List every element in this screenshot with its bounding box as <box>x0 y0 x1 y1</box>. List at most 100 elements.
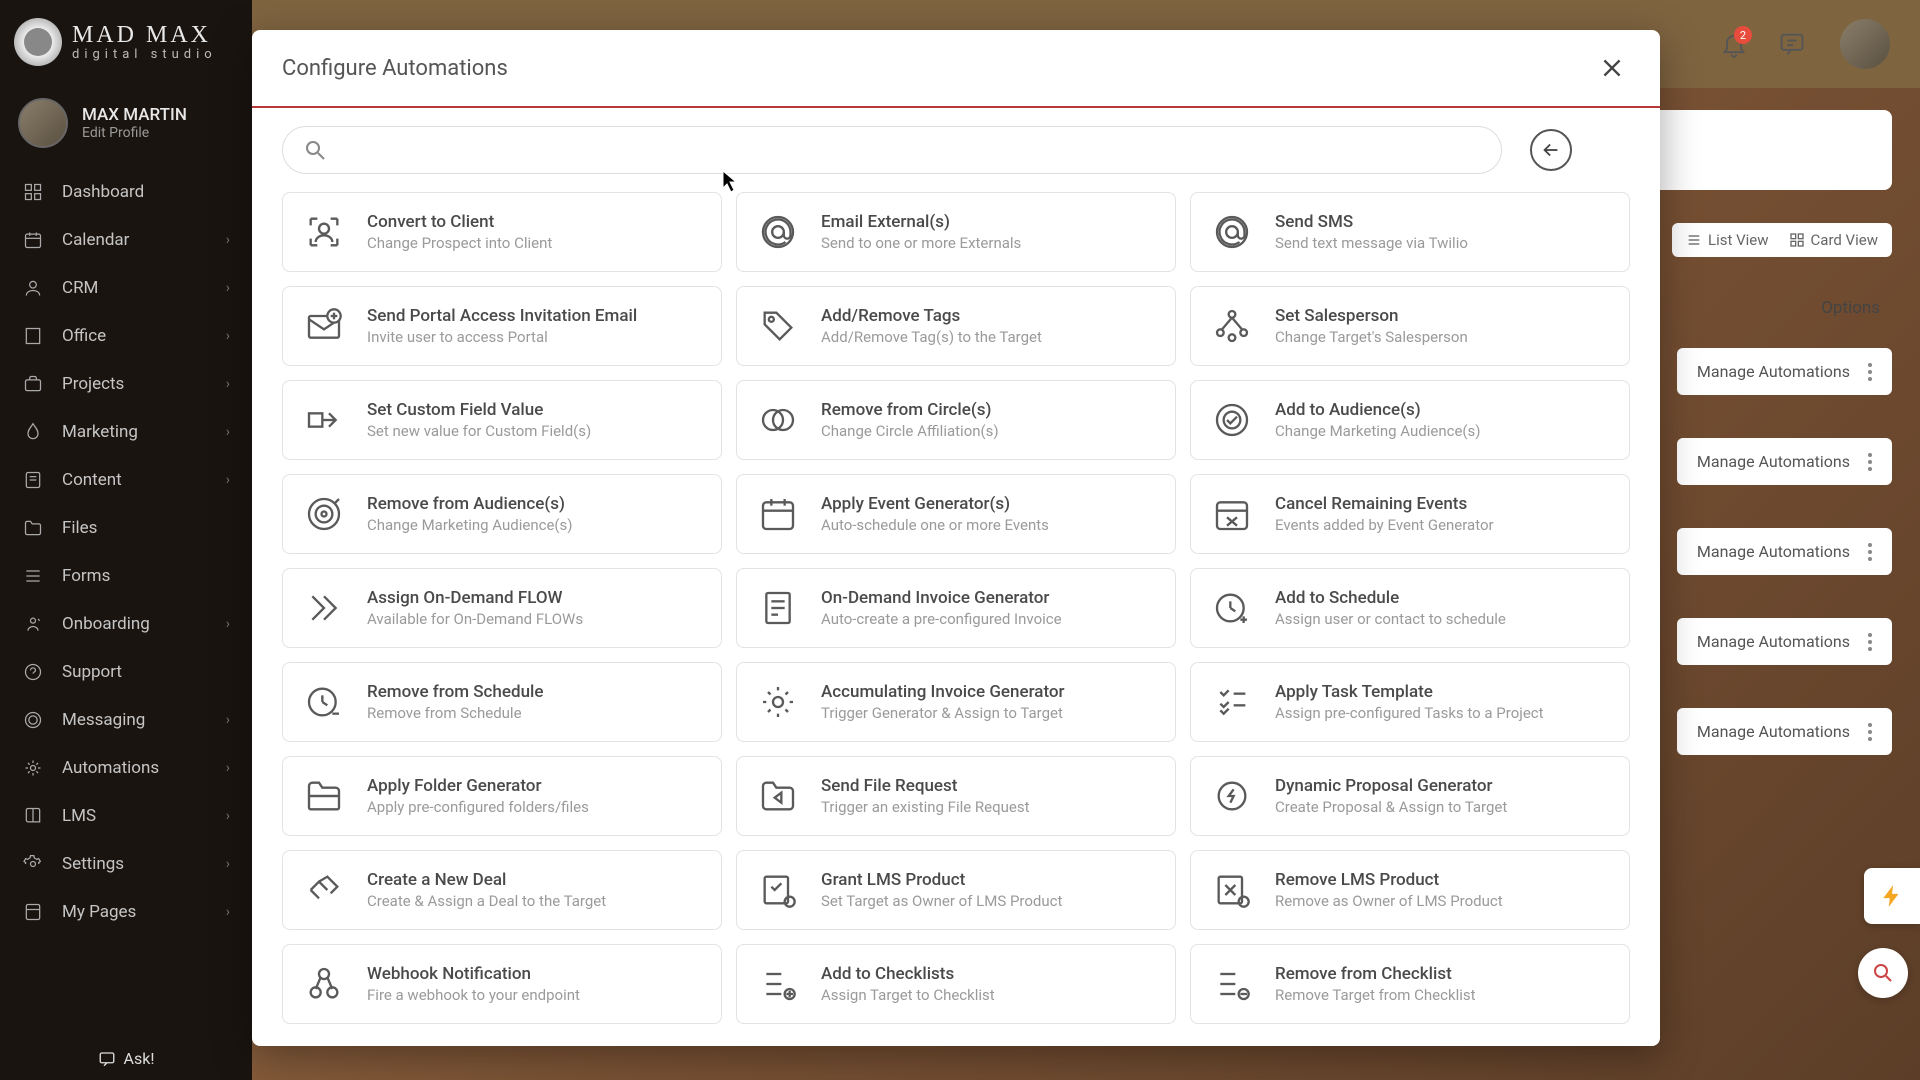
bolt-icon <box>1879 883 1905 909</box>
nav-item-automations[interactable]: Automations› <box>0 744 252 792</box>
checklist-icon <box>1209 679 1255 725</box>
manage-automations-row-1[interactable]: Manage Automations <box>1677 348 1892 395</box>
card-subtitle: Send text message via Twilio <box>1275 234 1468 252</box>
automation-card-apply-event-generator-s-[interactable]: Apply Event Generator(s) Auto-schedule on… <box>736 474 1176 554</box>
card-view-button[interactable]: Card View <box>1789 231 1878 249</box>
nav-item-messaging[interactable]: Messaging› <box>0 696 252 744</box>
close-button[interactable] <box>1594 50 1630 86</box>
marketing-icon <box>22 421 44 443</box>
card-title: Send SMS <box>1275 212 1468 232</box>
automation-card-remove-from-checklist[interactable]: Remove from ChecklistRemove Target from … <box>1190 944 1630 1024</box>
nav-item-forms[interactable]: Forms <box>0 552 252 600</box>
kebab-icon[interactable] <box>1868 543 1872 561</box>
kebab-icon[interactable] <box>1868 453 1872 471</box>
automation-card-remove-from-audience-s-[interactable]: Remove from Audience(s)Change Marketing … <box>282 474 722 554</box>
kebab-icon[interactable] <box>1868 363 1872 381</box>
automation-card-remove-from-circle-s-[interactable]: Remove from Circle(s)Change Circle Affil… <box>736 380 1176 460</box>
clock-minus-icon <box>301 679 347 725</box>
files-icon <box>22 517 44 539</box>
automation-card-apply-folder-generator[interactable]: Apply Folder GeneratorApply pre-configur… <box>282 756 722 836</box>
automation-card-send-sms[interactable]: Send SMS Send text message via Twilio <box>1190 192 1630 272</box>
card-title: Set Custom Field Value <box>367 400 591 420</box>
global-search-button[interactable] <box>1858 948 1908 998</box>
forms-icon <box>22 565 44 587</box>
automation-card-cancel-remaining-events[interactable]: Cancel Remaining EventsEvents added by E… <box>1190 474 1630 554</box>
automation-card-remove-lms-product[interactable]: Remove LMS ProductRemove as Owner of LMS… <box>1190 850 1630 930</box>
nav-item-my-pages[interactable]: My Pages› <box>0 888 252 936</box>
nav-item-office[interactable]: Office› <box>0 312 252 360</box>
configure-automations-modal: Configure Automations Convert to ClientC… <box>252 30 1660 1046</box>
card-subtitle: Fire a webhook to your endpoint <box>367 986 580 1004</box>
automation-card-convert-to-client[interactable]: Convert to ClientChange Prospect into Cl… <box>282 192 722 272</box>
notifications-button[interactable]: 2 <box>1714 24 1754 64</box>
automation-card-on-demand-invoice-generator[interactable]: On-Demand Invoice GeneratorAuto-create a… <box>736 568 1176 648</box>
search-box[interactable] <box>282 126 1502 174</box>
automation-card-add-remove-tags[interactable]: Add/Remove Tags Add/Remove Tag(s) to the … <box>736 286 1176 366</box>
nav-item-onboarding[interactable]: Onboarding› <box>0 600 252 648</box>
kebab-icon[interactable] <box>1868 723 1872 741</box>
nav-item-lms[interactable]: LMS› <box>0 792 252 840</box>
nav-label: Support <box>62 662 230 682</box>
automation-card-add-to-audience-s-[interactable]: Add to Audience(s)Change Marketing Audie… <box>1190 380 1630 460</box>
nav-item-settings[interactable]: Settings› <box>0 840 252 888</box>
card-subtitle: Set Target as Owner of LMS Product <box>821 892 1062 910</box>
manage-automations-row-3[interactable]: Manage Automations <box>1677 528 1892 575</box>
nav-item-files[interactable]: Files <box>0 504 252 552</box>
automation-card-set-custom-field-value[interactable]: Set Custom Field ValueSet new value for … <box>282 380 722 460</box>
automation-card-create-a-new-deal[interactable]: Create a New Deal Create & Assign a Deal … <box>282 850 722 930</box>
user-avatar[interactable] <box>1840 19 1890 69</box>
logo-icon <box>14 18 62 66</box>
automation-card-assign-on-demand-flow[interactable]: Assign On-Demand FLOWAvailable for On-De… <box>282 568 722 648</box>
nav-item-projects[interactable]: Projects› <box>0 360 252 408</box>
messages-button[interactable] <box>1772 24 1812 64</box>
automation-card-set-salesperson[interactable]: Set SalespersonChange Target's Salespers… <box>1190 286 1630 366</box>
manage-automations-row-5[interactable]: Manage Automations <box>1677 708 1892 755</box>
automation-card-send-file-request[interactable]: Send File RequestTrigger an existing Fil… <box>736 756 1176 836</box>
automation-card-grant-lms-product[interactable]: Grant LMS ProductSet Target as Owner of … <box>736 850 1176 930</box>
avatar <box>18 98 68 148</box>
automation-card-accumulating-invoice-generator[interactable]: Accumulating Invoice GeneratorTrigger Ge… <box>736 662 1176 742</box>
search-input[interactable] <box>339 140 1481 160</box>
card-subtitle: Invite user to access Portal <box>367 328 637 346</box>
logo-area: MAD MAX digital studio <box>0 0 252 84</box>
nav-label: Office <box>62 326 226 346</box>
card-subtitle: Add/Remove Tag(s) to the Target <box>821 328 1042 346</box>
automations-icon <box>22 757 44 779</box>
view-switch: List View Card View <box>1672 223 1892 257</box>
manage-automations-row-2[interactable]: Manage Automations <box>1677 438 1892 485</box>
chevron-right-icon: › <box>226 856 230 872</box>
chevron-right-icon: › <box>226 760 230 776</box>
card-subtitle: Auto-schedule one or more Events <box>821 516 1049 534</box>
card-title: Create a New Deal <box>367 870 606 890</box>
nav-item-calendar[interactable]: Calendar› <box>0 216 252 264</box>
chevron-right-icon: › <box>226 232 230 248</box>
automation-card-add-to-schedule[interactable]: Add to ScheduleAssign user or contact to… <box>1190 568 1630 648</box>
automation-card-email-external-s-[interactable]: Email External(s)Send to one or more Ext… <box>736 192 1176 272</box>
nav-item-support[interactable]: Support <box>0 648 252 696</box>
nav-item-content[interactable]: Content› <box>0 456 252 504</box>
automation-card-dynamic-proposal-generator[interactable]: Dynamic Proposal GeneratorCreate Proposa… <box>1190 756 1630 836</box>
card-subtitle: Create & Assign a Deal to the Target <box>367 892 606 910</box>
quick-action-button[interactable] <box>1864 868 1920 924</box>
options-label[interactable]: Options <box>1821 298 1880 318</box>
card-title: Add/Remove Tags <box>821 306 1042 326</box>
list-view-button[interactable]: List View <box>1686 231 1769 249</box>
nav-item-crm[interactable]: CRM› <box>0 264 252 312</box>
automation-card-add-to-checklists[interactable]: Add to ChecklistsAssign Target to Checkl… <box>736 944 1176 1024</box>
automation-card-send-portal-access-invitation-email[interactable]: Send Portal Access Invitation EmailInvit… <box>282 286 722 366</box>
kebab-icon[interactable] <box>1868 633 1872 651</box>
card-title: Apply Event Generator(s) <box>821 494 1049 514</box>
automation-card-remove-from-schedule[interactable]: Remove from ScheduleRemove from Schedule <box>282 662 722 742</box>
nav-item-marketing[interactable]: Marketing› <box>0 408 252 456</box>
back-button[interactable] <box>1530 129 1572 171</box>
edit-profile-link[interactable]: Edit Profile <box>82 125 187 141</box>
automation-card-webhook-notification[interactable]: Webhook NotificationFire a webhook to yo… <box>282 944 722 1024</box>
profile-block[interactable]: MAX MARTIN Edit Profile <box>0 84 252 168</box>
ask-button[interactable]: Ask! <box>0 1037 252 1080</box>
nav-item-dashboard[interactable]: Dashboard <box>0 168 252 216</box>
folder-gen-icon <box>301 773 347 819</box>
automation-card-apply-task-template[interactable]: Apply Task TemplateAssign pre-configured… <box>1190 662 1630 742</box>
mail-plus-icon <box>301 303 347 349</box>
dashboard-icon <box>22 181 44 203</box>
manage-automations-row-4[interactable]: Manage Automations <box>1677 618 1892 665</box>
